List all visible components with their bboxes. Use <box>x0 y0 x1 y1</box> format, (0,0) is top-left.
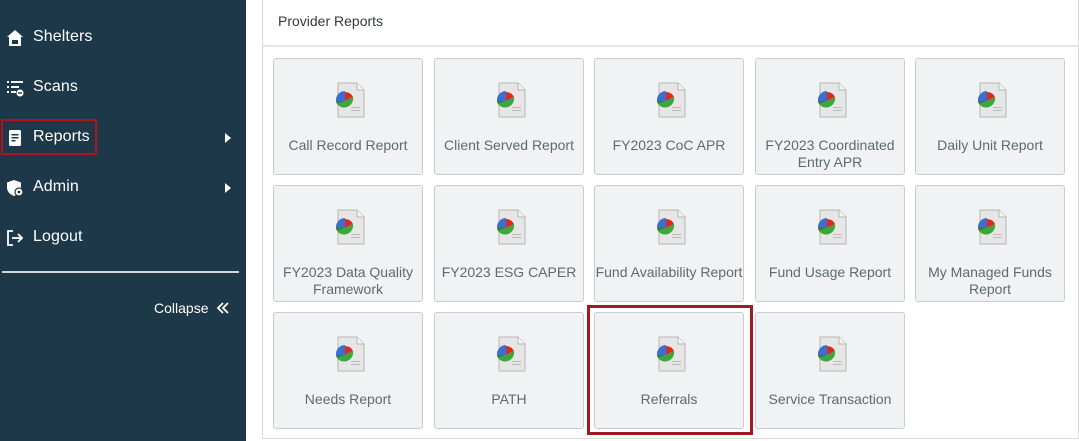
report-tile-label: Service Transaction <box>768 391 892 407</box>
report-tile-fund-availability[interactable]: Fund Availability Report <box>594 185 744 302</box>
report-tile-label: FY2023 ESG CAPER <box>441 264 577 280</box>
report-tile-label: Needs Report <box>304 391 392 407</box>
report-tile-label: FY2023 CoC APR <box>612 137 726 153</box>
report-tile-needs[interactable]: Needs Report <box>273 312 423 429</box>
report-tile-label: Daily Unit Report <box>937 137 1043 153</box>
report-chart-icon <box>329 331 369 375</box>
referrals-highlight-box <box>587 305 753 435</box>
chevron-right-icon <box>225 133 231 143</box>
sidebar-divider <box>2 271 239 273</box>
report-tile-label: Client Served Report <box>444 137 574 153</box>
report-tile-label: My Managed Funds Report <box>928 264 1052 297</box>
report-chart-icon <box>811 331 851 375</box>
report-chart-icon <box>971 204 1011 248</box>
report-tile-my-managed-funds[interactable]: My Managed Funds Report <box>915 185 1065 302</box>
report-chart-icon <box>971 77 1011 121</box>
chevron-right-icon <box>225 183 231 193</box>
report-tile-coordinated-entry-apr[interactable]: FY2023 Coordinated Entry APR <box>755 58 905 175</box>
panel-header: Provider Reports <box>263 0 1078 47</box>
report-chart-icon <box>490 331 530 375</box>
report-tile-daily-unit[interactable]: Daily Unit Report <box>915 58 1065 175</box>
report-chart-icon <box>329 204 369 248</box>
scan-list-icon <box>7 81 24 97</box>
double-chevron-left-icon <box>217 302 230 314</box>
report-tile-service-transaction[interactable]: Service Transaction <box>755 312 905 429</box>
home-icon <box>7 30 23 46</box>
report-tile-label: Fund Availability Report <box>595 264 743 280</box>
report-tile-label: Call Record Report <box>288 137 408 153</box>
report-chart-icon <box>811 204 851 248</box>
report-tile-call-record[interactable]: Call Record Report <box>273 58 423 175</box>
sidebar-item-label: Shelters <box>33 28 93 45</box>
admin-shield-icon <box>7 180 24 197</box>
report-tile-path[interactable]: PATH <box>434 312 584 429</box>
logout-icon <box>7 230 24 246</box>
collapse-label: Collapse <box>154 300 209 316</box>
sidebar-item-shelters[interactable]: Shelters <box>0 20 246 56</box>
report-tile-label: PATH <box>491 391 527 407</box>
report-chart-icon <box>650 204 690 248</box>
report-tile-data-quality-framework[interactable]: FY2023 Data Quality Framework <box>273 185 423 302</box>
sidebar: Shelters Scans Reports Admin Logout Coll… <box>0 0 246 441</box>
report-chart-icon <box>490 204 530 248</box>
report-tile-esg-caper[interactable]: FY2023 ESG CAPER <box>434 185 584 302</box>
report-tile-client-served[interactable]: Client Served Report <box>434 58 584 175</box>
report-tile-coc-apr[interactable]: FY2023 CoC APR <box>594 58 744 175</box>
sidebar-item-label: Scans <box>33 78 78 95</box>
sidebar-item-logout[interactable]: Logout <box>0 220 246 256</box>
reports-highlight-box <box>1 119 97 155</box>
sidebar-item-scans[interactable]: Scans <box>0 70 246 106</box>
sidebar-item-label: Admin <box>33 178 79 195</box>
report-tile-label: FY2023 Data Quality Framework <box>283 264 413 297</box>
page-title: Provider Reports <box>278 13 384 29</box>
report-chart-icon <box>329 77 369 121</box>
collapse-button[interactable]: Collapse <box>154 299 230 317</box>
report-chart-icon <box>490 77 530 121</box>
report-tile-label: FY2023 Coordinated Entry APR <box>765 137 895 170</box>
report-tile-label: Fund Usage Report <box>768 264 892 280</box>
sidebar-item-label: Logout <box>33 228 83 245</box>
report-chart-icon <box>811 77 851 121</box>
sidebar-item-admin[interactable]: Admin <box>0 170 246 206</box>
report-chart-icon <box>650 77 690 121</box>
report-tile-fund-usage[interactable]: Fund Usage Report <box>755 185 905 302</box>
